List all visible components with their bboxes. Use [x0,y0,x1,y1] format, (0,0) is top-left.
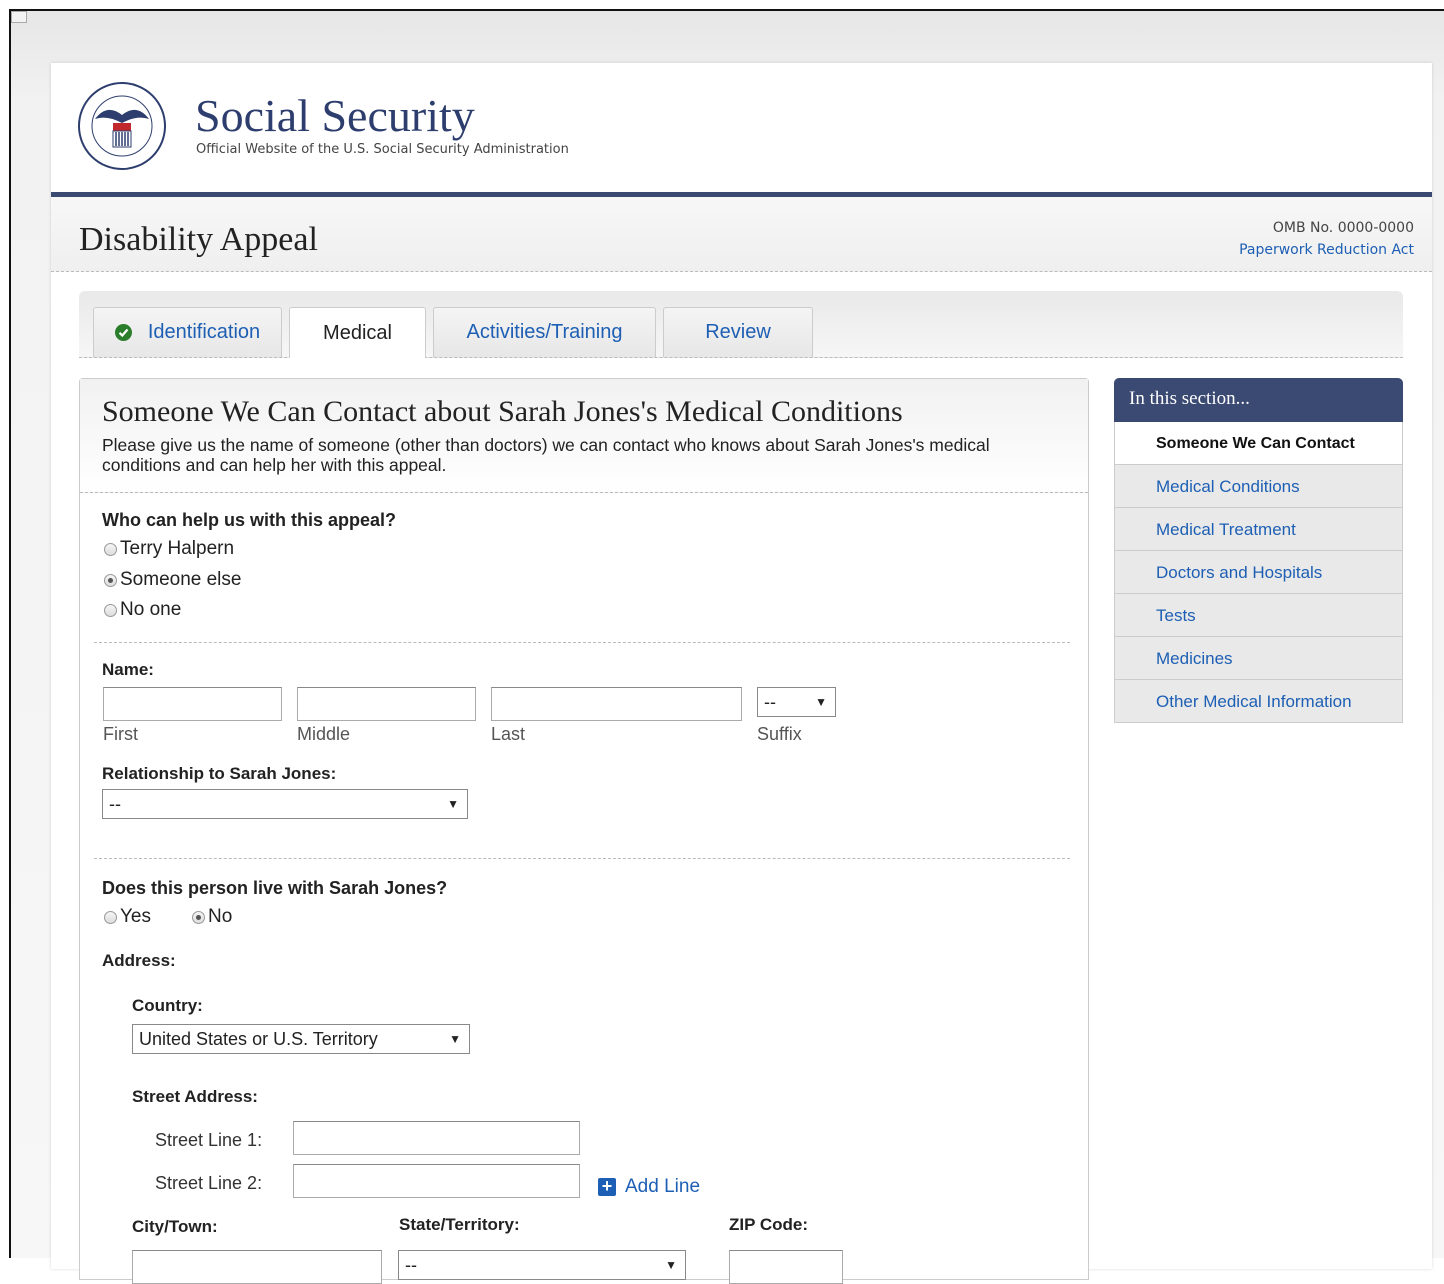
first-sublabel: First [103,724,138,744]
section-description: Please give us the name of someone (othe… [102,435,990,475]
radio-label: No [208,906,233,927]
radio-no-one[interactable]: No one [104,599,181,621]
radio-label: Yes [120,906,151,927]
radio-button[interactable] [104,542,117,556]
live-with-question: Does this person live with Sarah Jones? [102,878,448,898]
address-label: Address: [102,951,176,970]
sidebar-item-someone-we-can-contact[interactable]: Someone We Can Contact [1114,422,1403,465]
sidebar-item-medicines[interactable]: Medicines [1114,637,1403,680]
state-select[interactable]: -- ▼ [398,1250,686,1280]
street-line2-label: Street Line 2: [155,1173,263,1193]
plus-icon: + [598,1177,616,1196]
sidebar-item-medical-treatment[interactable]: Medical Treatment [1114,508,1403,551]
panel-header: Someone We Can Contact about Sarah Jones… [80,379,1088,493]
tab-label: Activities/Training [466,321,623,343]
country-label: Country: [132,996,203,1015]
section-sidebar: In this section... Someone We Can Contac… [1114,378,1403,723]
radio-button[interactable] [104,573,117,587]
middle-name-input[interactable] [297,687,476,721]
dropdown-arrow-icon: ▼ [447,797,459,811]
radio-label: Someone else [120,569,242,590]
relationship-value: -- [109,794,121,814]
site-title[interactable]: Social Security [195,89,475,142]
street-line1-input[interactable] [293,1121,580,1155]
last-name-input[interactable] [491,687,742,721]
add-line-button[interactable]: + Add Line [598,1176,700,1198]
radio-label: Terry Halpern [120,538,235,559]
city-label: City/Town: [132,1217,218,1236]
radio-button[interactable] [192,910,205,924]
section-title: Someone We Can Contact about Sarah Jones… [102,395,903,428]
suffix-value: -- [764,692,776,712]
tab-label: Medical [323,321,392,344]
state-value: -- [405,1255,417,1275]
tab-activities-training[interactable]: Activities/Training [433,307,656,357]
site-subtitle: Official Website of the U.S. Social Secu… [196,142,569,157]
street-line1-label: Street Line 1: [155,1130,263,1150]
add-line-label: Add Line [625,1176,701,1197]
check-circle-icon [114,324,132,341]
country-select[interactable]: United States or U.S. Territory ▼ [132,1024,470,1054]
radio-live-yes[interactable]: Yes [104,906,151,928]
radio-terry-halpern[interactable]: Terry Halpern [104,538,234,560]
tab-medical[interactable]: Medical [289,307,426,358]
zip-input[interactable] [729,1250,843,1284]
radio-someone-else[interactable]: Someone else [104,569,241,591]
omb-info: OMB No. 0000-0000 Paperwork Reduction Ac… [1239,217,1414,261]
country-value: United States or U.S. Territory [139,1029,378,1049]
browser-frame: Social Security Official Website of the … [9,9,1444,1284]
form-title-band: Disability Appeal OMB No. 0000-0000 Pape… [51,197,1432,272]
middle-sublabel: Middle [297,724,351,744]
sidebar-item-doctors-and-hospitals[interactable]: Doctors and Hospitals [1114,551,1403,594]
street-line2-input[interactable] [293,1164,580,1198]
tab-label: Identification [147,321,261,343]
paperwork-reduction-link[interactable]: Paperwork Reduction Act [1239,242,1414,258]
divider [94,642,1070,643]
name-label: Name: [102,660,154,679]
radio-button[interactable] [104,910,117,924]
tab-strip: Identification Medical Activities/Traini… [79,291,1403,358]
tab-label: Review [705,321,771,343]
page: Social Security Official Website of the … [51,63,1432,1284]
sidebar-item-other-medical-information[interactable]: Other Medical Information [1114,680,1403,723]
dropdown-arrow-icon: ▼ [449,1032,461,1046]
who-question: Who can help us with this appeal? [102,510,397,530]
relationship-label: Relationship to Sarah Jones: [102,764,337,783]
page-title: Disability Appeal [79,221,318,258]
omb-number: OMB No. 0000-0000 [1272,220,1414,236]
suffix-select[interactable]: -- ▼ [757,687,836,717]
sidebar-heading: In this section... [1114,378,1403,422]
tab-review[interactable]: Review [663,307,813,357]
ssa-seal-icon[interactable] [77,81,167,171]
divider [94,858,1070,859]
zip-label: ZIP Code: [729,1215,809,1234]
main-panel: Someone We Can Contact about Sarah Jones… [79,378,1089,1284]
tab-identification[interactable]: Identification [93,307,282,357]
radio-live-no[interactable]: No [192,906,232,928]
dropdown-arrow-icon: ▼ [815,695,827,709]
radio-label: No one [120,599,182,620]
sidebar-item-tests[interactable]: Tests [1114,594,1403,637]
last-sublabel: Last [491,724,526,744]
dropdown-arrow-icon: ▼ [665,1258,677,1272]
city-input[interactable] [132,1250,382,1284]
sidebar-item-medical-conditions[interactable]: Medical Conditions [1114,465,1403,508]
street-address-label: Street Address: [132,1087,258,1106]
relationship-select[interactable]: -- ▼ [102,789,468,819]
state-label: State/Territory: [399,1215,520,1234]
window-corner-box [11,11,27,23]
suffix-sublabel: Suffix [757,724,802,744]
radio-button[interactable] [104,603,117,617]
site-header: Social Security Official Website of the … [51,63,1432,197]
first-name-input[interactable] [103,687,282,721]
